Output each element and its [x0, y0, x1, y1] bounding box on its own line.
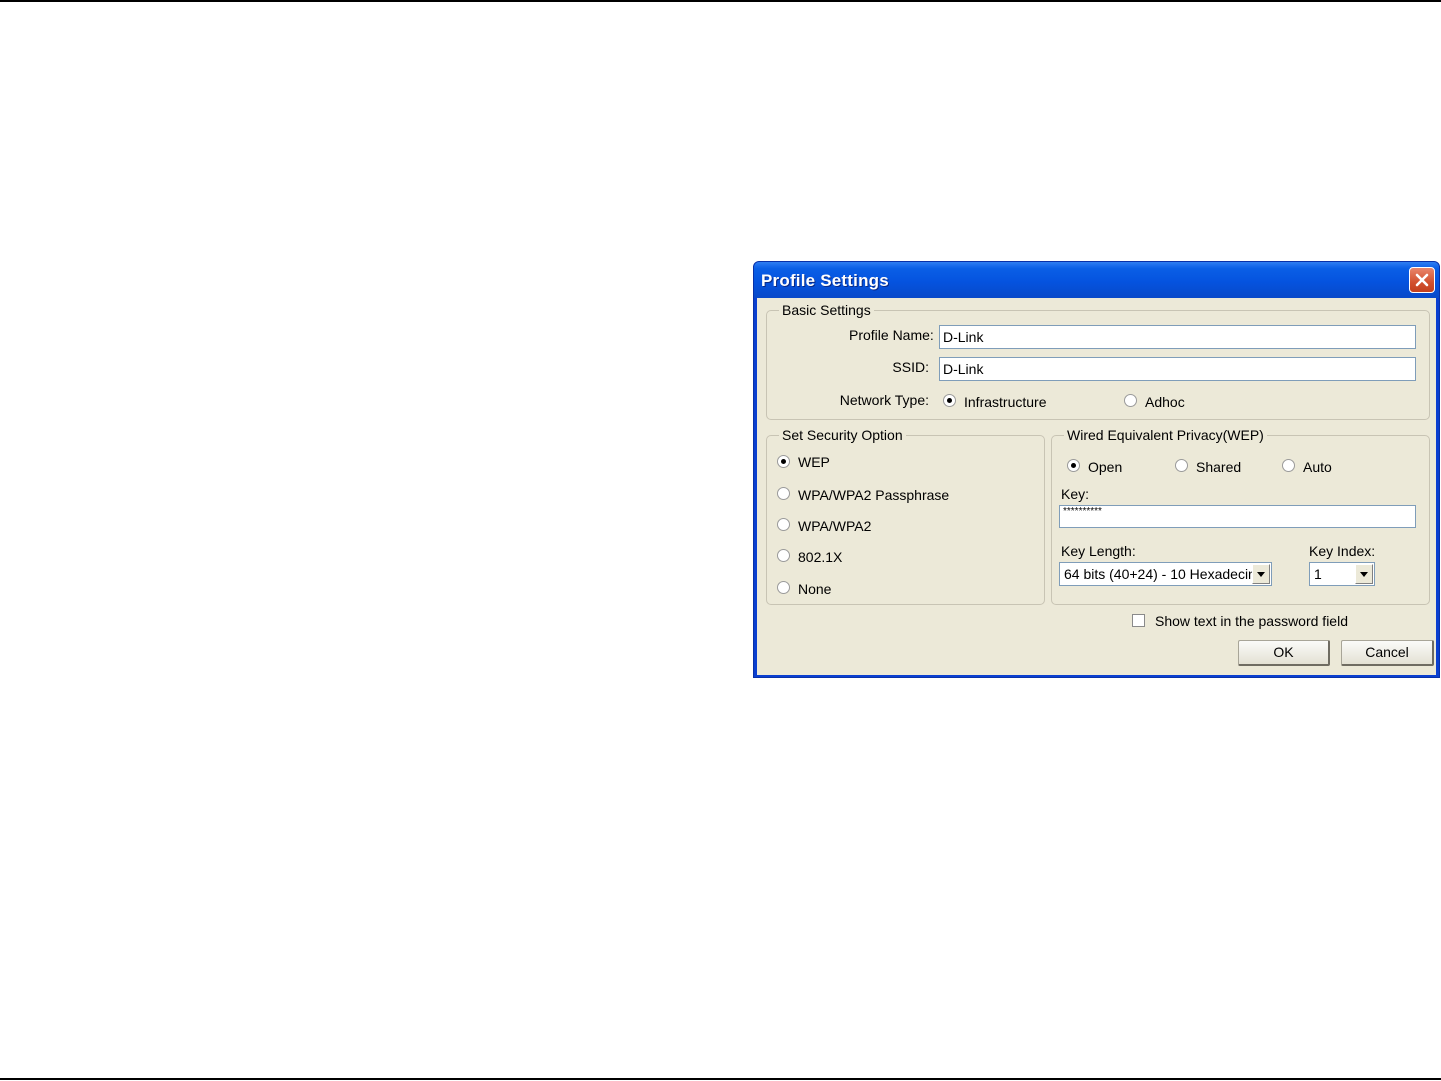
key-length-select[interactable]: 64 bits (40+24) - 10 Hexadecin — [1059, 562, 1272, 586]
wep-shared-label: Shared — [1196, 459, 1242, 475]
key-index-dropdown-button[interactable] — [1355, 564, 1373, 584]
dialog-client-area: Basic Settings Profile Name: D-Link SSID… — [757, 298, 1436, 675]
wep-open-radio[interactable] — [1067, 459, 1080, 472]
dialog-title: Profile Settings — [761, 271, 889, 290]
security-none-label: None — [798, 581, 832, 597]
ok-button[interactable]: OK — [1238, 640, 1330, 666]
key-field[interactable]: ********** — [1059, 505, 1416, 528]
show-text-label: Show text in the password field — [1155, 613, 1348, 629]
top-rule — [0, 0, 1441, 2]
wep-open-label: Open — [1088, 459, 1123, 475]
basic-settings-legend: Basic Settings — [779, 302, 874, 318]
wep-auto-radio[interactable] — [1282, 459, 1295, 472]
network-type-infrastructure-label: Infrastructure — [964, 394, 1047, 410]
ssid-field[interactable]: D-Link — [939, 357, 1416, 381]
security-8021x-radio[interactable] — [777, 549, 790, 562]
network-type-label: Network Type: — [839, 392, 929, 408]
key-index-value: 1 — [1314, 566, 1322, 582]
key-index-label: Key Index: — [1309, 543, 1376, 559]
security-8021x-label: 802.1X — [798, 549, 843, 565]
close-button[interactable] — [1409, 267, 1435, 293]
wep-legend: Wired Equivalent Privacy(WEP) — [1064, 427, 1267, 443]
key-length-label: Key Length: — [1061, 543, 1136, 559]
ssid-label: SSID: — [892, 359, 929, 375]
close-icon — [1415, 273, 1429, 287]
profile-settings-dialog: Profile Settings Basic Settings Profile … — [753, 261, 1440, 678]
security-wpa-passphrase-label: WPA/WPA2 Passphrase — [798, 487, 950, 503]
profile-name-label: Profile Name: — [849, 327, 934, 343]
bottom-rule — [0, 1078, 1441, 1080]
security-wpa-radio[interactable] — [777, 518, 790, 531]
cancel-button[interactable]: Cancel — [1341, 640, 1434, 666]
key-length-dropdown-button[interactable] — [1252, 564, 1270, 584]
show-text-checkbox[interactable] — [1132, 614, 1145, 627]
key-label: Key: — [1061, 486, 1090, 502]
security-wpa-label: WPA/WPA2 — [798, 518, 872, 534]
profile-name-field[interactable]: D-Link — [939, 325, 1416, 349]
chevron-down-icon — [1257, 571, 1265, 577]
network-type-infrastructure-radio[interactable] — [943, 394, 956, 407]
security-none-radio[interactable] — [777, 581, 790, 594]
security-wep-radio[interactable] — [777, 455, 790, 468]
network-type-adhoc-radio[interactable] — [1124, 394, 1137, 407]
network-type-adhoc-label: Adhoc — [1145, 394, 1185, 410]
title-bar[interactable]: Profile Settings — [754, 262, 1439, 298]
wep-auto-label: Auto — [1303, 459, 1332, 475]
key-length-value: 64 bits (40+24) - 10 Hexadecin — [1064, 566, 1256, 582]
security-option-legend: Set Security Option — [779, 427, 906, 443]
key-index-select[interactable]: 1 — [1309, 562, 1375, 586]
security-wep-label: WEP — [798, 454, 830, 470]
wep-shared-radio[interactable] — [1175, 459, 1188, 472]
chevron-down-icon — [1360, 571, 1368, 577]
security-wpa-passphrase-radio[interactable] — [777, 487, 790, 500]
